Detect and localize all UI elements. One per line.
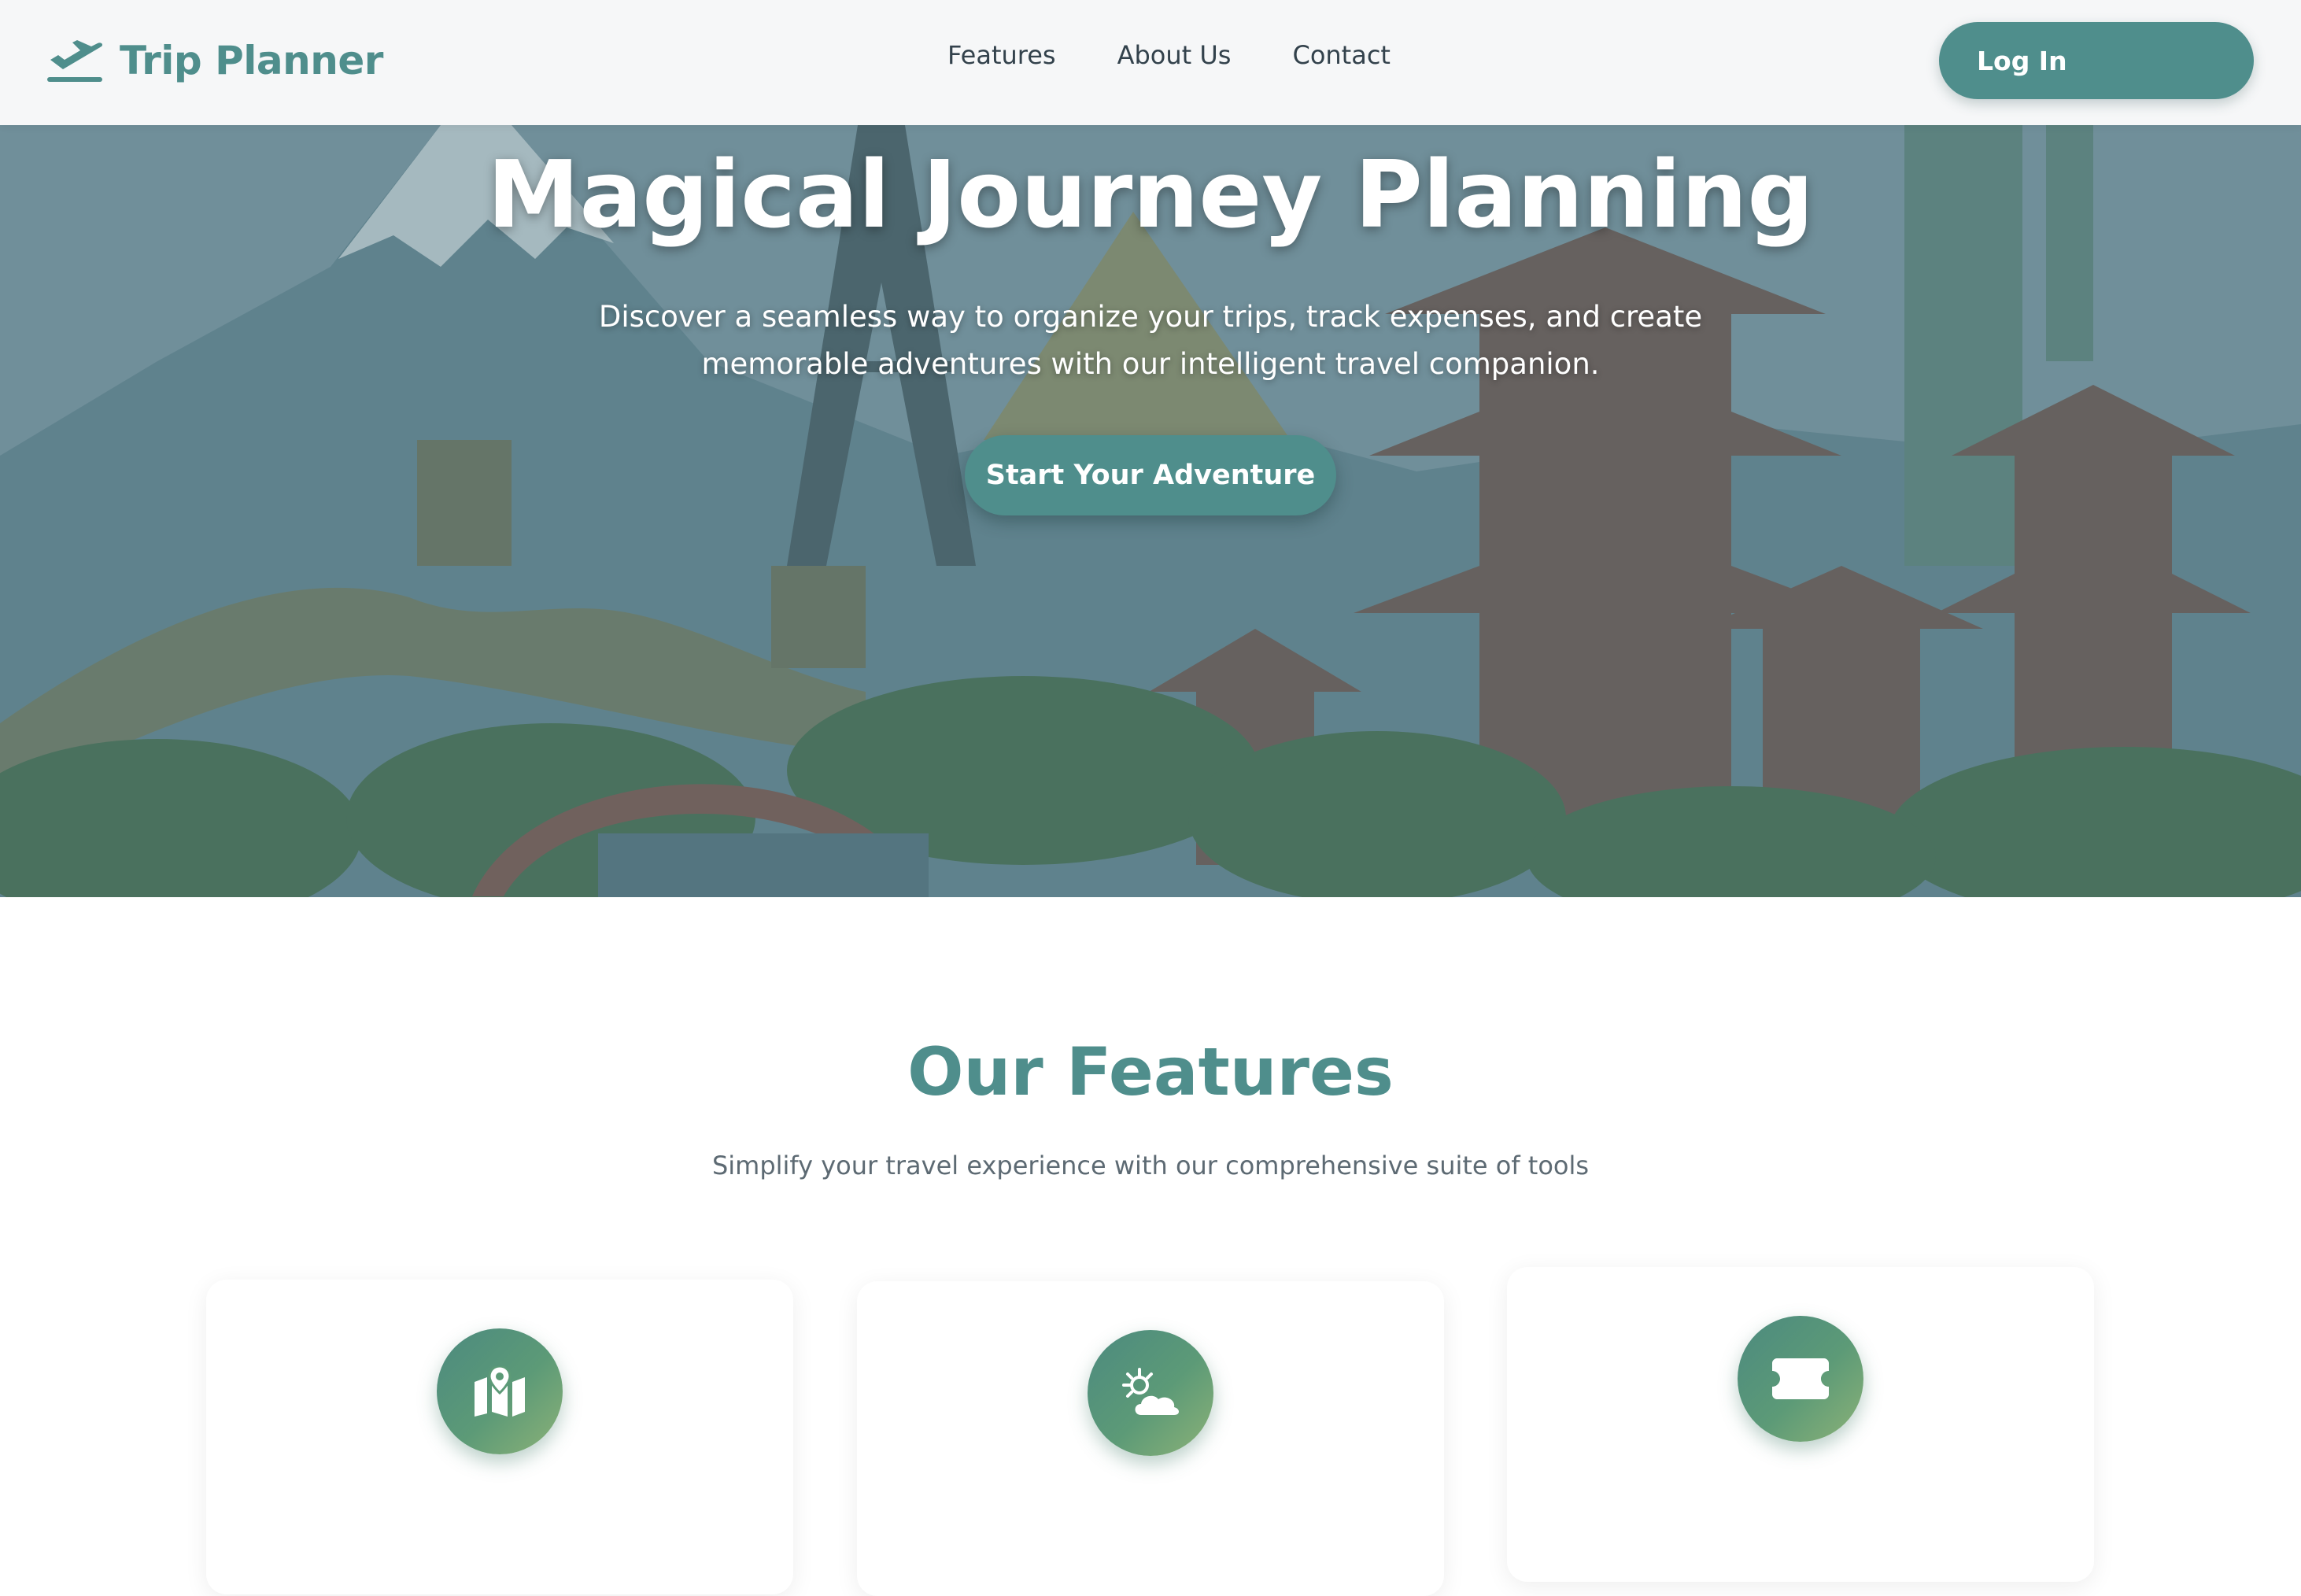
feature-card-map[interactable] (206, 1280, 793, 1594)
start-adventure-button[interactable]: Start Your Adventure (965, 435, 1336, 515)
feature-card-tickets[interactable] (1507, 1267, 2094, 1582)
nav-link-about-us[interactable]: About Us (1117, 42, 1232, 68)
nav-link-features[interactable]: Features (947, 42, 1056, 68)
features-title: Our Features (907, 1033, 1394, 1110)
brand-logo[interactable]: Trip Planner (46, 36, 383, 85)
login-button[interactable]: Log In (1939, 22, 2254, 99)
feature-card-weather[interactable] (857, 1281, 1444, 1596)
weather-sun-cloud-icon (1088, 1330, 1213, 1456)
ticket-icon (1738, 1316, 1863, 1442)
plane-departure-icon (47, 40, 103, 82)
map-location-icon (437, 1328, 563, 1454)
site-header: Trip Planner Features About Us Contact L… (0, 0, 2301, 125)
hero-title: Magical Journey Planning (487, 140, 1814, 249)
hero-section: Magical Journey Planning Discover a seam… (0, 125, 2301, 897)
hero-subtitle: Discover a seamless way to organize your… (598, 300, 1703, 381)
brand-name: Trip Planner (120, 38, 383, 83)
features-subtitle: Simplify your travel experience with our… (711, 1151, 1590, 1180)
nav-link-contact[interactable]: Contact (1292, 42, 1391, 68)
main-nav: Features About Us Contact (947, 42, 1391, 68)
